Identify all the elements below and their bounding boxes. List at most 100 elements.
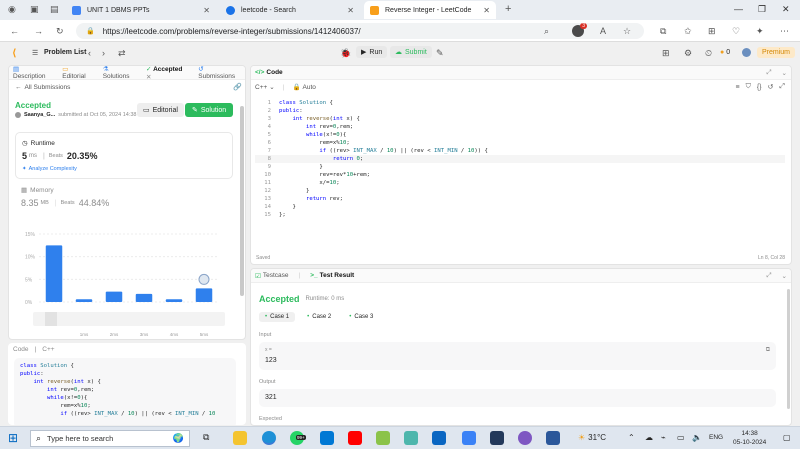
close-icon[interactable]: ✕	[203, 6, 210, 15]
submitted-code-block[interactable]: class Solution {public: int reverse(int …	[14, 358, 236, 425]
address-bar[interactable]: 🔒 https://leetcode.com/problems/reverse-…	[76, 23, 644, 39]
code-line[interactable]: 10 rev=rev*10+rem;	[255, 171, 785, 179]
tab-solutions[interactable]: ⚗ Solutions	[103, 66, 136, 80]
back-icon[interactable]: ←	[10, 26, 19, 36]
close-icon[interactable]: ✕	[146, 74, 151, 81]
collections-icon[interactable]: ▣	[30, 4, 39, 15]
analyze-complexity-link[interactable]: ✦ Analyze Complexity	[22, 166, 77, 172]
language-select[interactable]: C++ ⌄	[255, 83, 275, 92]
file-explorer-icon[interactable]	[233, 431, 247, 445]
linkedin-icon[interactable]	[432, 431, 446, 445]
shuffle-icon[interactable]: ⇄	[118, 48, 126, 59]
taskbar-search[interactable]: ⌕ Type here to search 🌍	[30, 430, 190, 447]
volume-icon[interactable]: 🔈	[692, 433, 702, 442]
search-icon[interactable]: ⌕	[544, 26, 549, 37]
copy-icon[interactable]: ⧉	[766, 347, 770, 354]
battery-icon[interactable]: ▭	[677, 433, 685, 442]
solution-button[interactable]: ✎ Solution	[185, 103, 234, 117]
code-line[interactable]: 12 }	[255, 187, 785, 195]
avatar[interactable]	[742, 48, 751, 57]
coins-indicator[interactable]: ● 0	[720, 49, 730, 56]
code-line[interactable]: 1 class Solution {	[255, 99, 785, 107]
prev-problem-icon[interactable]: ‹	[88, 48, 91, 58]
github-icon[interactable]	[518, 431, 532, 445]
notifications-icon[interactable]: ▢	[783, 433, 791, 442]
window-close-icon[interactable]: ✕	[782, 4, 790, 15]
more-menu-icon[interactable]: ⋯	[780, 26, 789, 37]
extension-icon[interactable]: 3	[572, 23, 587, 37]
code-line[interactable]: 15};	[255, 211, 785, 219]
forward-icon[interactable]: →	[34, 26, 43, 36]
auto-mode-toggle[interactable]: 🔒 Auto	[292, 83, 315, 92]
tab-accepted[interactable]: ✓ Accepted ✕	[146, 66, 188, 81]
settings-gear-icon[interactable]: ⚙	[684, 48, 692, 59]
share-icon[interactable]: 🔗	[233, 83, 242, 91]
layout-icon[interactable]: ⊞	[662, 48, 670, 59]
weather-widget[interactable]: ☀ 31°C	[578, 433, 606, 442]
browser-tab-dbms[interactable]: UNIT 1 DBMS PPTs ✕	[66, 1, 216, 19]
input-box[interactable]: x = 123 ⧉	[259, 342, 776, 370]
minimize-panel-icon[interactable]: ⌄	[782, 272, 787, 280]
tab-testcase[interactable]: ☑ Testcase	[255, 272, 288, 280]
left-scrollbar[interactable]	[240, 106, 244, 296]
store-icon[interactable]	[320, 431, 334, 445]
chevron-up-icon[interactable]: ⌃	[628, 433, 635, 442]
refresh-icon[interactable]: ↻	[56, 26, 64, 37]
edge-browser-icon[interactable]	[262, 431, 276, 445]
favorite-star-icon[interactable]: ☆	[623, 26, 631, 37]
code-line[interactable]: 8 return 0;	[255, 155, 785, 163]
code-line[interactable]: 5 while(x!=0){	[255, 131, 785, 139]
azure-icon[interactable]	[462, 431, 476, 445]
language-indicator[interactable]: ENG	[709, 434, 723, 441]
network-icon[interactable]: ⌁	[661, 433, 666, 442]
collections-toolbar-icon[interactable]: ⊞	[708, 26, 716, 37]
tab-submissions[interactable]: ↺ Submissions	[198, 66, 241, 80]
code-line[interactable]: 7 if ((rev> INT_MAX / 10) || (rev < INT_…	[255, 147, 785, 155]
runtime-card[interactable]: ◷ Runtime 5 ms | Beats 20.35% ✦ Analyze …	[15, 132, 233, 179]
code-line[interactable]: 2 public:	[255, 107, 785, 115]
maximize-panel-icon[interactable]: ⤢	[766, 272, 771, 280]
memory-card[interactable]: ▦ Memory 8.35 MB | Beats 44.84%	[21, 186, 109, 209]
tab-actions-icon[interactable]: ▤	[50, 4, 59, 15]
code-line[interactable]: 14 }	[255, 203, 785, 211]
word-icon[interactable]	[546, 431, 560, 445]
maximize-panel-icon[interactable]: ⤢	[766, 69, 771, 77]
problem-list-link[interactable]: Problem List	[44, 49, 86, 56]
output-box[interactable]: 321	[259, 389, 776, 407]
notes-icon[interactable]: ✎	[436, 48, 444, 59]
fullscreen-icon[interactable]: ⤢	[779, 83, 785, 91]
premium-button[interactable]: Premium	[757, 47, 796, 58]
username[interactable]: Saanya_G...	[24, 112, 55, 118]
tab-test-result[interactable]: >_ Test Result	[310, 272, 354, 279]
code-line[interactable]: 6 rem=x%10;	[255, 139, 785, 147]
tab-code[interactable]: </> Code	[255, 69, 283, 76]
minimize-icon[interactable]: —	[734, 4, 743, 14]
case-tab-1[interactable]: • Case 1	[259, 312, 296, 322]
bookmark-icon[interactable]: ⛉	[746, 83, 751, 91]
right-scrollbar[interactable]	[787, 289, 790, 409]
screen-tool-icon[interactable]	[490, 431, 504, 445]
braces-icon[interactable]: {}	[757, 84, 762, 91]
code-line[interactable]: 9 }	[255, 163, 785, 171]
reset-icon[interactable]: ↺	[768, 83, 774, 91]
all-submissions-link[interactable]: ← All Submissions	[15, 84, 70, 91]
minecraft-icon[interactable]	[376, 431, 390, 445]
leetcode-logo-icon[interactable]: ⟨	[12, 48, 17, 59]
clock[interactable]: 14:38 05-10-2024	[733, 429, 766, 447]
code-line[interactable]: 11 x/=10;	[255, 179, 785, 187]
favorites-icon[interactable]: ✩	[684, 26, 692, 37]
new-tab-icon[interactable]: +	[505, 3, 511, 15]
cloud-icon[interactable]: ☁	[645, 433, 653, 442]
code-line[interactable]: 3 int reverse(int x) {	[255, 115, 785, 123]
format-icon[interactable]: ≡	[735, 84, 739, 91]
submit-button[interactable]: ☁ Submit	[390, 46, 432, 58]
case-tab-2[interactable]: • Case 2	[301, 312, 337, 322]
code-editor[interactable]: 1 class Solution {2 public: 3 int reverse(i…	[255, 99, 785, 249]
minimize-panel-icon[interactable]: ⌄	[782, 69, 787, 77]
split-screen-icon[interactable]: ⧉	[660, 26, 666, 37]
user-avatar[interactable]	[15, 112, 21, 118]
close-icon[interactable]: ✕	[347, 6, 354, 15]
code-line[interactable]: 13 return rev;	[255, 195, 785, 203]
close-icon[interactable]: ✕	[483, 6, 490, 15]
browser-tab-leetcode[interactable]: Reverse Integer - LeetCode ✕	[364, 1, 496, 19]
